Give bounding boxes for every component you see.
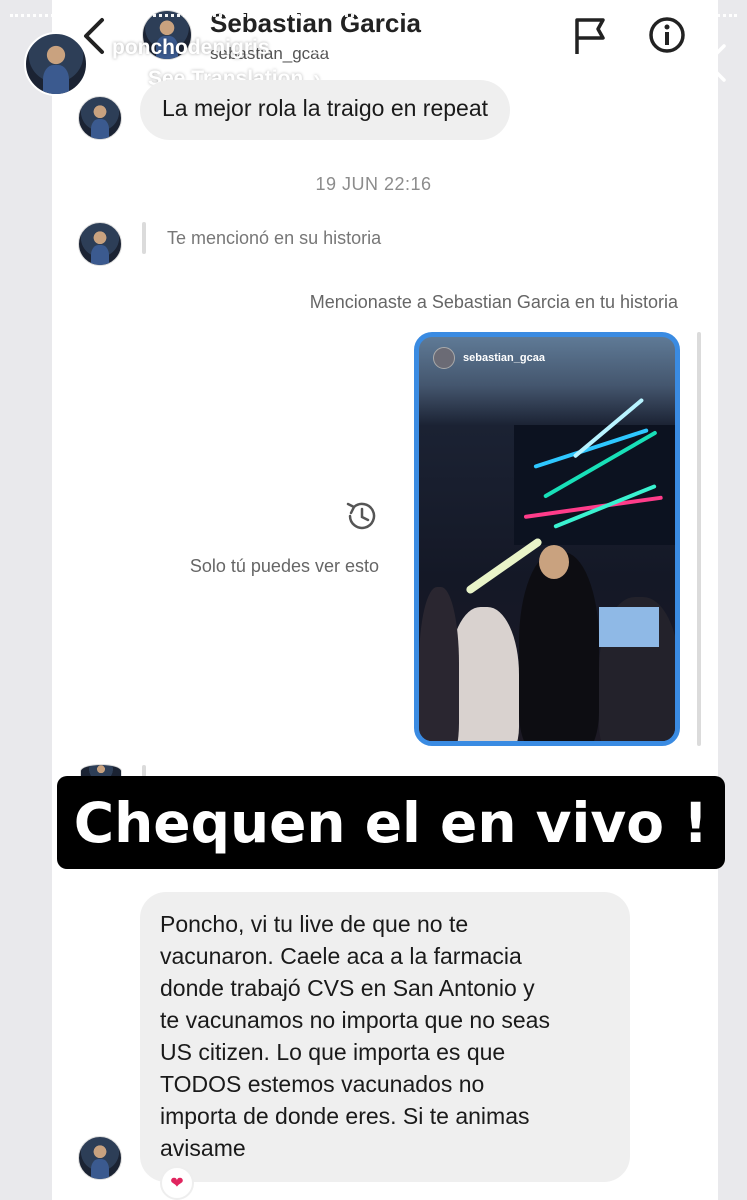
story-card-avatar [433, 347, 455, 369]
story-progress-bar [10, 14, 737, 17]
history-icon [346, 502, 376, 530]
story-time-ago: 6h [312, 38, 334, 59]
flag-icon[interactable] [572, 16, 608, 56]
info-icon[interactable] [648, 16, 686, 54]
sender-avatar[interactable] [78, 222, 122, 266]
story-card-username: sebastian_gcaa [463, 352, 545, 364]
story-owner-avatar[interactable] [24, 32, 88, 96]
only-you-can-see-text: Solo tú puedes ver esto [189, 556, 379, 576]
story-card-header: sebastian_gcaa [433, 347, 545, 369]
story-username[interactable]: ponchodenigris [112, 36, 270, 60]
story-text-banner: Chequen el en vivo ! [57, 776, 725, 869]
date-divider: 19 JUN 22:16 [315, 174, 432, 194]
stage-screen-image [514, 397, 675, 545]
chat-header-name[interactable]: Sebastian Garcia [210, 8, 421, 39]
mention-received-text: Te mencionó en su historia [167, 228, 382, 248]
heart-icon[interactable]: ❤ [160, 1166, 194, 1200]
mention-quote-bar [142, 222, 146, 254]
message-bubble[interactable]: Poncho, vi tu live de que no te vacunaro… [140, 892, 630, 1182]
sender-avatar[interactable] [78, 96, 122, 140]
close-icon[interactable] [684, 40, 730, 86]
translate-bubble-icon [116, 68, 138, 90]
story-preview-card[interactable]: sebastian_gcaa [414, 332, 680, 746]
sender-avatar[interactable] [78, 1136, 122, 1180]
mention-sent-text: Mencionaste a Sebastian Garcia en tu his… [309, 292, 678, 312]
reply-quote-bar [697, 332, 701, 746]
message-bubble[interactable]: La mejor rola la traigo en repeat [140, 80, 511, 140]
more-dots-icon[interactable]: ••• [610, 54, 646, 85]
